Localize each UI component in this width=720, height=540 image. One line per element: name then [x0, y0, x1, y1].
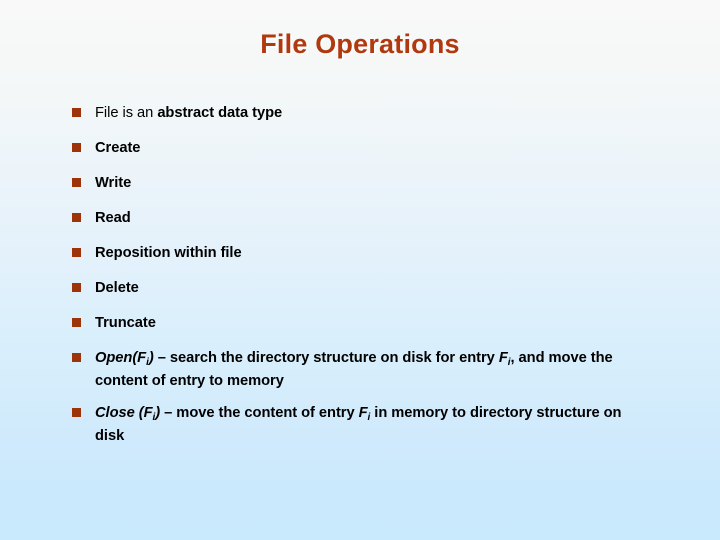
operation-description-part1: – search the directory structure on disk…	[153, 350, 499, 366]
square-bullet-icon	[72, 138, 95, 152]
list-item: Read	[72, 208, 652, 230]
square-bullet-icon	[72, 173, 95, 187]
file-variable: F	[358, 405, 368, 421]
operation-name: Open(F	[95, 350, 147, 366]
square-bullet-icon	[72, 348, 95, 362]
list-item: Open(Fi) – search the directory structur…	[72, 348, 652, 392]
list-item-text: Delete	[95, 280, 139, 296]
title-block: File Operations	[0, 29, 720, 60]
list-item: Close (Fi) – move the content of entry F…	[72, 403, 652, 447]
operation-subscript: i	[146, 357, 149, 368]
list-item: Reposition within file	[72, 243, 652, 265]
file-variable: F	[498, 350, 508, 366]
operation-description-part1: – move the content of entry	[160, 405, 359, 421]
list-item-text: Read	[95, 210, 131, 226]
square-bullet-icon	[72, 313, 95, 327]
list-item-text: Create	[95, 140, 141, 156]
list-item: Write	[72, 173, 652, 195]
list-item-text-regular: File is an	[95, 105, 158, 121]
list-item: Delete	[72, 278, 652, 300]
list-item-text: Reposition within file	[95, 245, 242, 261]
operation-subscript: i	[152, 412, 156, 423]
square-bullet-icon	[72, 278, 95, 292]
list-item-text-bold: abstract data type	[157, 105, 283, 121]
list-item: File is an abstract data type	[72, 103, 652, 125]
list-item-text: File is an abstract data type	[95, 103, 652, 125]
square-bullet-icon	[72, 403, 95, 417]
list-item-text: Close (Fi) – move the content of entry F…	[95, 403, 652, 447]
list-item-text: Open(Fi) – search the directory structur…	[95, 348, 652, 392]
list-item-text: Write	[95, 175, 132, 191]
square-bullet-icon	[72, 243, 95, 257]
list-item: Create	[72, 138, 652, 160]
file-variable-subscript: i	[367, 412, 371, 423]
square-bullet-icon	[72, 103, 95, 117]
list-item-text: Truncate	[95, 315, 156, 331]
bullet-list: File is an abstract data type Create Wri…	[72, 103, 652, 458]
slide-canvas: File Operations File is an abstract data…	[0, 0, 720, 540]
list-item: Truncate	[72, 313, 652, 335]
square-bullet-icon	[72, 208, 95, 222]
page-title: File Operations	[260, 29, 460, 59]
operation-name: Close (F	[95, 405, 153, 421]
